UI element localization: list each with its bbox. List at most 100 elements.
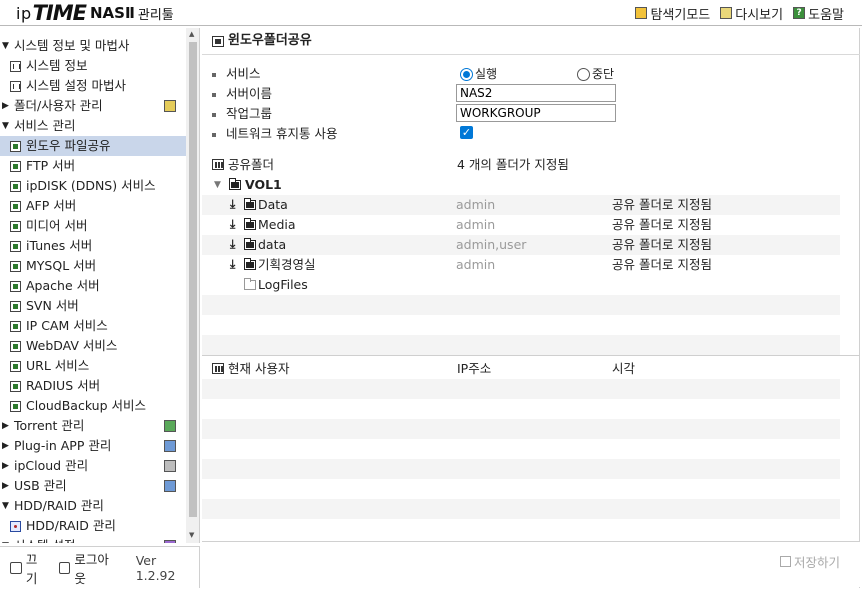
sidebar-scrollbar[interactable]: ▲ ▼ <box>186 28 199 543</box>
current-users-icon <box>212 363 224 374</box>
expand-down-icon[interactable]: ▼ <box>2 116 9 136</box>
workgroup-input[interactable] <box>456 104 616 122</box>
sidebar-item[interactable]: iTunes 서버 <box>0 236 186 256</box>
server-icon <box>10 301 21 312</box>
shared-folder-row[interactable]: ⤓ Media admin 공유 폴더로 지정됨 <box>202 215 840 235</box>
stop-radio-dot[interactable] <box>577 67 590 81</box>
sidebar-item[interactable]: HDD/RAID 관리 <box>0 516 186 536</box>
sidebar-item[interactable]: 윈도우 파일공유 <box>0 136 186 156</box>
other-folder-row[interactable]: LogFiles <box>202 275 840 295</box>
user-row <box>202 459 840 479</box>
bullet-icon <box>212 112 216 117</box>
folder-name: Data <box>258 197 288 212</box>
recycle-row: 네트워크 휴지통 사용 <box>212 124 337 144</box>
user-row <box>202 519 840 539</box>
sidebar: ▼ 시스템 정보 및 마법사 시스템 정보 시스템 설정 마법사 ▶ 폴더/사용자 관리 ▼… <box>0 28 200 543</box>
sidebar-item-label: CloudBackup 서비스 <box>26 398 146 413</box>
server-icon <box>10 281 21 292</box>
expand-down-icon[interactable]: ▼ <box>2 496 9 516</box>
sidebar-item[interactable]: ▶ Plug-in APP 관리 <box>0 436 186 456</box>
expand-right-icon[interactable]: ▶ <box>2 416 9 436</box>
collapse-triangle-icon[interactable]: ▼ <box>214 175 221 195</box>
sidebar-item-label: iTunes 서버 <box>26 238 93 253</box>
sidebar-scroll-thumb[interactable] <box>189 42 197 517</box>
user-row <box>202 399 840 419</box>
sidebar-item[interactable]: FTP 서버 <box>0 156 186 176</box>
sidebar-item[interactable]: 시스템 정보 <box>0 56 186 76</box>
sidebar-item[interactable]: CloudBackup 서비스 <box>0 396 186 416</box>
recycle-checkbox[interactable]: ✓ <box>460 126 473 139</box>
sidebar-item[interactable]: AFP 서버 <box>0 196 186 216</box>
user-row <box>202 379 840 399</box>
expand-right-icon[interactable]: ▶ <box>2 476 9 496</box>
sidebar-item[interactable]: MYSQL 서버 <box>0 256 186 276</box>
run-radio-dot[interactable] <box>460 67 473 81</box>
expand-down-icon[interactable]: ▼ <box>2 36 9 56</box>
sidebar-item[interactable]: Apache 서버 <box>0 276 186 296</box>
sidebar-item[interactable]: 미디어 서버 <box>0 216 186 236</box>
volume-row[interactable]: ▼ VOL1 <box>202 175 840 195</box>
download-icon: ⤓ <box>230 237 236 251</box>
save-button[interactable]: 저장하기 <box>779 552 840 571</box>
section-badge-icon <box>164 540 176 543</box>
expand-right-icon[interactable]: ▶ <box>2 456 9 476</box>
folder-users: admin <box>456 217 496 232</box>
help-icon: ? <box>793 7 806 19</box>
sidebar-item[interactable]: ▶ Torrent 관리 <box>0 416 186 436</box>
service-label: 서비스 <box>226 66 261 81</box>
shared-folder-row[interactable]: ⤓ data admin,user 공유 폴더로 지정됨 <box>202 235 840 255</box>
logout-button[interactable]: 로그아웃 <box>58 549 120 587</box>
explorer-mode-link[interactable]: 탐색기모드 <box>635 4 710 23</box>
sidebar-item[interactable]: WebDAV 서비스 <box>0 336 186 356</box>
scroll-down-icon[interactable]: ▼ <box>189 531 194 539</box>
shared-folder-icon <box>212 159 224 170</box>
logo-ip: ip <box>16 3 32 23</box>
explorer-mode-label: 탐색기모드 <box>650 7 711 23</box>
sidebar-item-label: Torrent 관리 <box>14 418 85 433</box>
shared-folder-row[interactable]: ⤓ 기획경영실 admin 공유 폴더로 지정됨 <box>202 255 840 275</box>
help-link[interactable]: ? 도움말 <box>793 4 844 23</box>
sidebar-item[interactable]: ▶ 폴더/사용자 관리 <box>0 96 186 116</box>
bullet-icon <box>212 132 216 137</box>
sidebar-item[interactable]: ▼ 시스템 정보 및 마법사 <box>0 36 186 56</box>
sidebar-item[interactable]: ▼ 시스템 설정 <box>0 536 186 543</box>
folder-name: 기획경영실 <box>258 257 316 272</box>
sidebar-item[interactable]: ipDISK (DDNS) 서비스 <box>0 176 186 196</box>
scroll-up-icon[interactable]: ▲ <box>189 30 194 38</box>
sidebar-item[interactable]: URL 서비스 <box>0 356 186 376</box>
expand-right-icon[interactable]: ▶ <box>2 436 9 456</box>
sidebar-item[interactable]: IP CAM 서비스 <box>0 316 186 336</box>
reload-label: 다시보기 <box>735 7 784 23</box>
sidebar-item-label: URL 서비스 <box>26 358 90 373</box>
sidebar-item[interactable]: ▼ HDD/RAID 관리 <box>0 496 186 516</box>
sidebar-item-label: Apache 서버 <box>26 278 100 293</box>
expand-right-icon[interactable]: ▶ <box>2 96 9 116</box>
sidebar-item-label: WebDAV 서비스 <box>26 338 118 353</box>
server-name-input[interactable] <box>456 84 616 102</box>
current-users-label: 현재 사용자 <box>228 361 290 376</box>
sidebar-item[interactable]: RADIUS 서버 <box>0 376 186 396</box>
recycle-label: 네트워크 휴지통 사용 <box>226 126 338 141</box>
sidebar-item[interactable]: ▶ USB 관리 <box>0 476 186 496</box>
server-icon <box>10 321 21 332</box>
server-icon <box>10 141 21 152</box>
sidebar-item[interactable]: ▼ 서비스 관리 <box>0 116 186 136</box>
sidebar-footer: 끄기 로그아웃 Ver 1.2.92 <box>0 546 200 588</box>
sidebar-item[interactable]: ▶ ipCloud 관리 <box>0 456 186 476</box>
sidebar-item-label: 윈도우 파일공유 <box>26 138 111 153</box>
sidebar-item[interactable]: SVN 서버 <box>0 296 186 316</box>
stop-radio[interactable]: 중단 <box>577 64 614 84</box>
reload-link[interactable]: 다시보기 <box>720 4 783 23</box>
folder-count-text: 4 개의 폴더가 지정됨 <box>457 157 569 172</box>
server-icon <box>10 161 21 172</box>
shared-folder-row[interactable]: ⤓ Data admin 공유 폴더로 지정됨 <box>202 195 840 215</box>
expand-down-icon[interactable]: ▼ <box>2 536 9 543</box>
sidebar-item-label: SVN 서버 <box>26 298 79 313</box>
download-icon: ⤓ <box>230 197 236 211</box>
run-radio[interactable]: 실행 <box>460 64 497 84</box>
sidebar-item-label: 시스템 정보 <box>26 58 88 73</box>
folder-users: admin <box>456 257 496 272</box>
sidebar-item[interactable]: 시스템 설정 마법사 <box>0 76 186 96</box>
power-off-button[interactable]: 끄기 <box>10 549 49 587</box>
server-icon <box>10 261 21 272</box>
